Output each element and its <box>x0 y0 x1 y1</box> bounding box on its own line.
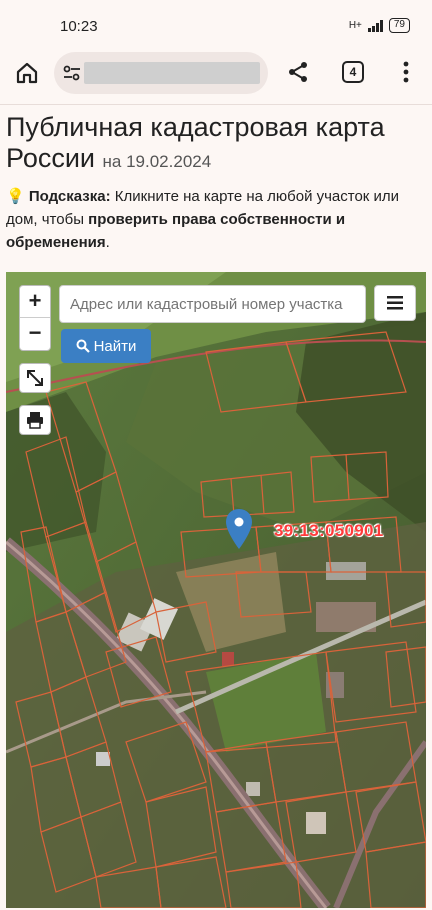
title-date: на 19.02.2024 <box>102 152 212 171</box>
page-title: Публичная кадастровая карта России на 19… <box>6 112 426 177</box>
status-icons: H+ 79 <box>349 18 410 33</box>
layers-menu-button[interactable] <box>374 285 416 321</box>
zoom-out-button[interactable]: − <box>20 318 50 350</box>
fullscreen-button[interactable] <box>19 363 51 393</box>
search-icon <box>76 339 90 353</box>
tab-switcher-button[interactable]: 4 <box>342 61 364 83</box>
toolbar-divider <box>0 104 432 105</box>
cadastral-number-label: 39:13:050901 <box>274 521 384 540</box>
clock: 10:23 <box>60 18 98 35</box>
signal-icon <box>367 19 383 32</box>
browser-toolbar: 4 <box>0 48 432 98</box>
network-type: H+ <box>348 20 362 31</box>
find-button-label: Найти <box>93 337 137 355</box>
url-blurred <box>84 62 260 84</box>
status-bar: 10:23 H+ 79 <box>0 0 432 44</box>
home-icon[interactable] <box>14 60 40 86</box>
location-pin-icon[interactable] <box>225 508 253 550</box>
find-button[interactable]: Найти <box>61 329 151 363</box>
battery-icon: 79 <box>388 18 410 33</box>
hint-text-2: . <box>105 234 110 251</box>
zoom-control: + − <box>19 285 51 351</box>
lightbulb-icon: 💡 <box>6 188 25 205</box>
address-bar[interactable] <box>54 52 268 94</box>
hint-paragraph: 💡 Подсказка: Кликните на карте на любой … <box>6 185 426 254</box>
expand-icon <box>27 370 43 386</box>
hamburger-icon <box>387 296 403 310</box>
more-menu-icon[interactable] <box>398 60 414 89</box>
printer-icon <box>27 412 43 429</box>
site-settings-icon[interactable] <box>62 63 82 88</box>
hint-label: Подсказка: <box>28 188 111 205</box>
zoom-in-button[interactable]: + <box>20 286 50 318</box>
print-button[interactable] <box>19 405 51 435</box>
cadastral-map[interactable]: + − Найти 39:13:050901 <box>6 272 426 908</box>
map-search-input[interactable] <box>59 285 366 323</box>
satellite-imagery <box>6 272 426 908</box>
share-icon[interactable] <box>286 60 310 89</box>
